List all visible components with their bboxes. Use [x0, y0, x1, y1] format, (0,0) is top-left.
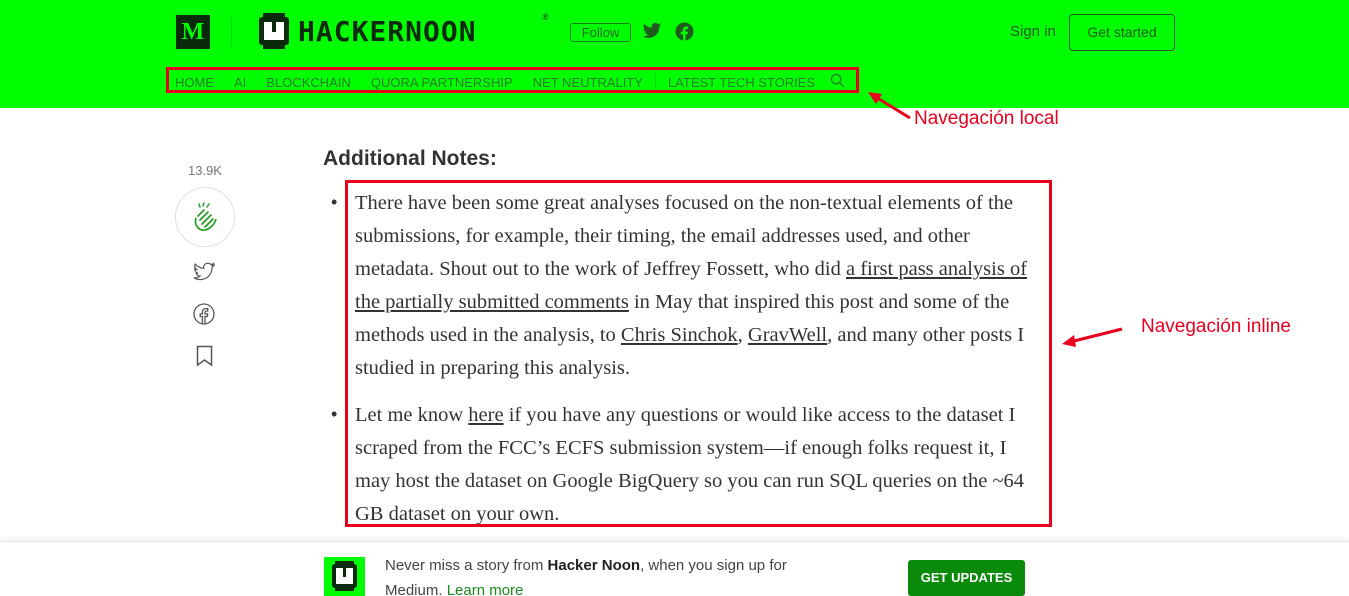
list-item-2: Let me know here if you have any questio… [355, 399, 1045, 531]
registered-mark: ® [542, 12, 549, 22]
nav-item-home[interactable]: HOME [175, 75, 214, 90]
facebook-share-icon[interactable] [193, 303, 215, 325]
publication-name: Hacker Noon [547, 557, 641, 574]
sign-in-link[interactable]: Sign in [1010, 23, 1056, 40]
bookmark-icon[interactable] [196, 345, 213, 367]
hackernoon-logo-icon[interactable] [257, 13, 291, 49]
clap-icon [194, 202, 217, 231]
hackernoon-avatar-icon [324, 557, 365, 596]
banner-text: Never miss a story from [385, 557, 548, 574]
nav-item-quora-partnership[interactable]: QUORA PARTNERSHIP [371, 75, 513, 90]
local-nav: HOME AI BLOCKCHAIN QUORA PARTNERSHIP NET… [175, 73, 835, 91]
list-bullet: • [331, 404, 338, 424]
hackernoon-wordmark[interactable]: HACKERNOON [298, 15, 477, 48]
twitter-share-icon[interactable] [193, 262, 215, 282]
medium-logo[interactable]: M [176, 15, 210, 49]
list-item-1: There have been some great analyses focu… [355, 187, 1045, 385]
clap-button[interactable] [175, 187, 235, 247]
nav-item-ai[interactable]: AI [234, 75, 246, 90]
list-bullet: • [331, 192, 338, 212]
nav-divider [654, 73, 656, 91]
get-updates-button[interactable]: GET UPDATES [908, 560, 1025, 596]
nav-item-net-neutrality[interactable]: NET NEUTRALITY [533, 75, 643, 90]
nav-item-latest-tech-stories[interactable]: LATEST TECH STORIES [668, 75, 815, 90]
nav-item-blockchain[interactable]: BLOCKCHAIN [266, 75, 351, 90]
inline-link-here[interactable]: here [468, 404, 503, 426]
inline-link-chris-sinchok[interactable]: Chris Sinchok [621, 324, 738, 346]
follow-button[interactable]: Follow [570, 23, 631, 42]
search-icon[interactable] [830, 73, 845, 88]
inline-link-gravwell[interactable]: GravWell [748, 324, 827, 346]
annotation-arrow-inline [1062, 327, 1123, 347]
facebook-icon[interactable] [675, 22, 694, 41]
get-started-button[interactable]: Get started [1069, 14, 1175, 51]
paragraph-text: Let me know [355, 404, 469, 426]
twitter-icon[interactable] [642, 22, 662, 40]
clap-count: 13.9K [188, 163, 222, 178]
learn-more-link[interactable]: Learn more [447, 582, 524, 596]
section-heading: Additional Notes: [323, 147, 497, 170]
header-divider [231, 17, 232, 47]
banner-message: Never miss a story from Hacker Noon, whe… [385, 553, 845, 596]
annotation-inline-nav: Navegación inline [1141, 316, 1291, 337]
annotation-arrow-local [868, 92, 911, 120]
paragraph-text: , [737, 324, 748, 346]
annotation-local-nav: Navegación local [914, 108, 1059, 129]
